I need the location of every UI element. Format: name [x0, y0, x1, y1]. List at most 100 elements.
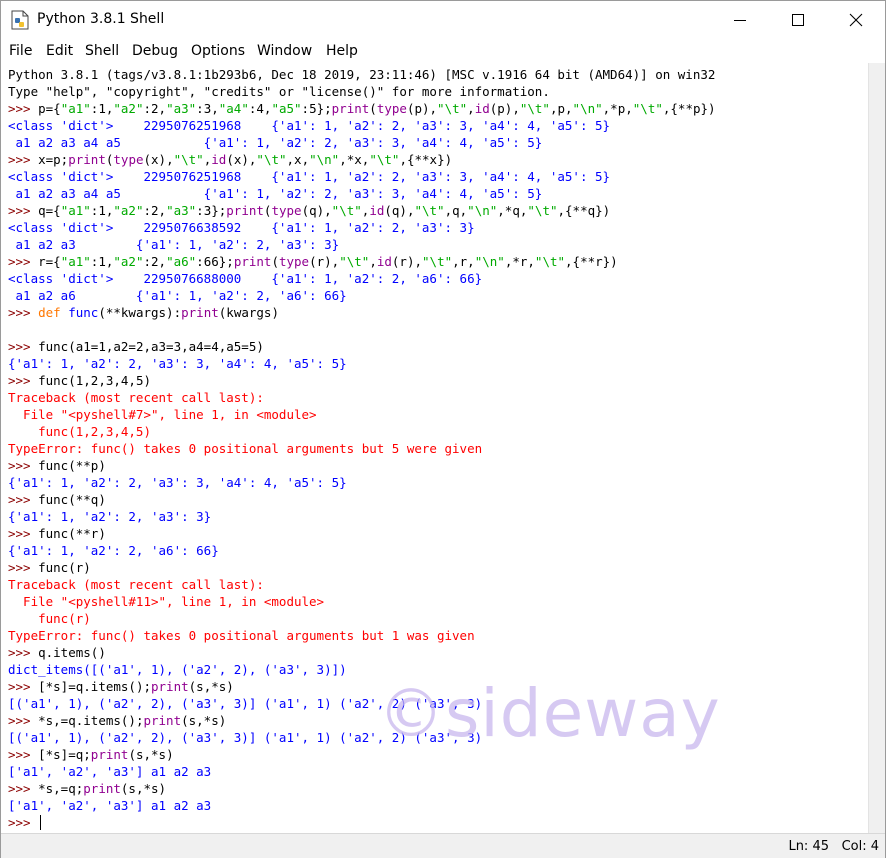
shell-output: Python 3.8.1 (tags/v3.8.1:1b293b6, Dec 1… — [8, 66, 716, 831]
prompt: >>> — [8, 645, 39, 660]
shell-text: (x), — [226, 152, 257, 167]
shell-text: (s,*s) — [188, 679, 234, 694]
shell-text: ,{**q}) — [557, 203, 611, 218]
shell-line: TypeError: func() takes 0 positional arg… — [8, 627, 716, 644]
shell-text: func(**r) — [38, 526, 106, 541]
shell-text: {'a1': 1, 'a2': 2, 'a6': 66} — [8, 543, 219, 558]
minimize-button[interactable] — [711, 1, 769, 39]
shell-line: >>> [*s]=q.items();print(s,*s) — [8, 678, 716, 695]
shell-text: (s,*s) — [120, 781, 167, 796]
shell-text: , — [369, 254, 377, 269]
close-button[interactable] — [827, 1, 885, 39]
shell-text: "a2" — [113, 203, 144, 218]
shell-text: {'a1': 1, 'a2': 2, 'a3': 3, 'a4': 4, 'a5… — [8, 356, 347, 371]
minimize-icon — [734, 20, 746, 21]
shell-text: "\n" — [474, 254, 505, 269]
shell-text: a1 a2 a3 a4 a5 {'a1': 1, 'a2': 2, 'a3': … — [8, 135, 543, 150]
shell-text: ,*x, — [339, 152, 370, 167]
shell-text: print — [233, 254, 272, 269]
shell-text: , — [467, 101, 475, 116]
shell-text: def — [38, 305, 61, 320]
shell-text-area[interactable]: Python 3.8.1 (tags/v3.8.1:1b293b6, Dec 1… — [3, 63, 869, 833]
shell-text: :2, — [143, 203, 167, 218]
shell-text: (s,*s) — [128, 747, 174, 762]
shell-text: [('a1', 1), ('a2', 2), ('a3', 3)] ('a1',… — [8, 696, 483, 711]
shell-text: "\t" — [173, 152, 204, 167]
menu-options[interactable]: Options — [191, 43, 245, 59]
shell-text: ,*r, — [504, 254, 535, 269]
shell-text: p={ — [38, 101, 61, 116]
shell-text: ( — [271, 254, 279, 269]
shell-text: [('a1', 1), ('a2', 2), ('a3', 3)] ('a1',… — [8, 730, 483, 745]
prompt: >>> — [8, 560, 39, 575]
shell-text: ,{**x}) — [399, 152, 453, 167]
shell-text: "a2" — [113, 101, 144, 116]
shell-text: id — [376, 254, 392, 269]
shell-text: print — [143, 713, 182, 728]
shell-text: :2, — [143, 101, 167, 116]
shell-text: :1, — [90, 203, 114, 218]
shell-text: (p), — [489, 101, 520, 116]
shell-text: Type "help", "copyright", "credits" or "… — [8, 84, 550, 99]
status-line-number: Ln: 45 — [788, 839, 829, 854]
shell-text: :4, — [248, 101, 272, 116]
shell-text: ( — [369, 101, 377, 116]
shell-text: func(**p) — [38, 458, 106, 473]
shell-text: func(a1=1,a2=2,a3=3,a4=4,a5=5) — [38, 339, 264, 354]
shell-text: [*s]=q; — [38, 747, 91, 762]
shell-text: "\n" — [572, 101, 603, 116]
menu-help[interactable]: Help — [326, 43, 358, 59]
shell-line: File "<pyshell#11>", line 1, in <module> — [8, 593, 716, 610]
shell-text: func(1,2,3,4,5) — [38, 373, 151, 388]
shell-text: [*s]=q.items(); — [38, 679, 151, 694]
shell-text: ,*q, — [497, 203, 528, 218]
shell-text: "\t" — [527, 203, 558, 218]
text-cursor — [40, 815, 42, 830]
menu-edit[interactable]: Edit — [46, 43, 73, 59]
shell-text: :66}; — [196, 254, 234, 269]
shell-text: :3}; — [196, 203, 227, 218]
shell-text: ,{**r}) — [565, 254, 618, 269]
shell-text: "a6" — [166, 254, 197, 269]
shell-line: Traceback (most recent call last): — [8, 576, 716, 593]
shell-text: "\t" — [339, 254, 370, 269]
vertical-scrollbar[interactable] — [868, 63, 885, 833]
shell-text: id — [211, 152, 227, 167]
shell-text: Traceback (most recent call last): — [8, 577, 264, 592]
shell-text: "\n" — [309, 152, 340, 167]
shell-text: "a1" — [60, 101, 91, 116]
shell-text: "\t" — [437, 101, 468, 116]
shell-line: >>> q.items() — [8, 644, 716, 661]
shell-text: (x), — [143, 152, 174, 167]
shell-text: print — [68, 152, 106, 167]
shell-text: TypeError: func() takes 0 positional arg… — [8, 441, 483, 456]
prompt: >>> — [8, 815, 39, 830]
shell-text: r={ — [38, 254, 61, 269]
shell-line: >>> func(**q) — [8, 491, 716, 508]
maximize-button[interactable] — [769, 1, 827, 39]
prompt: >>> — [8, 492, 39, 507]
shell-line: [('a1', 1), ('a2', 2), ('a3', 3)] ('a1',… — [8, 729, 716, 746]
shell-text: (kwargs) — [218, 305, 279, 320]
menu-window[interactable]: Window — [257, 43, 312, 59]
shell-text: q={ — [38, 203, 61, 218]
prompt: >>> — [8, 101, 39, 116]
shell-line: >>> *s,=q.items();print(s,*s) — [8, 712, 716, 729]
prompt: >>> — [8, 458, 39, 473]
menu-debug[interactable]: Debug — [132, 43, 178, 59]
shell-text: "\n" — [467, 203, 498, 218]
shell-text: File "<pyshell#11>", line 1, in <module> — [8, 594, 325, 609]
prompt: >>> — [8, 373, 39, 388]
shell-text: type — [113, 152, 144, 167]
shell-text: "\t" — [331, 203, 362, 218]
shell-text: print — [90, 747, 129, 762]
shell-text: print — [83, 781, 121, 796]
menu-shell[interactable]: Shell — [85, 43, 119, 59]
title-bar[interactable]: Python 3.8.1 Shell — [1, 1, 885, 39]
shell-text: func — [68, 305, 99, 320]
shell-line: Type "help", "copyright", "credits" or "… — [8, 83, 716, 100]
menu-file[interactable]: File — [9, 43, 32, 59]
shell-line: a1 a2 a3 a4 a5 {'a1': 1, 'a2': 2, 'a3': … — [8, 185, 716, 202]
shell-text: "a3" — [166, 101, 197, 116]
shell-line: >>> func(**r) — [8, 525, 716, 542]
